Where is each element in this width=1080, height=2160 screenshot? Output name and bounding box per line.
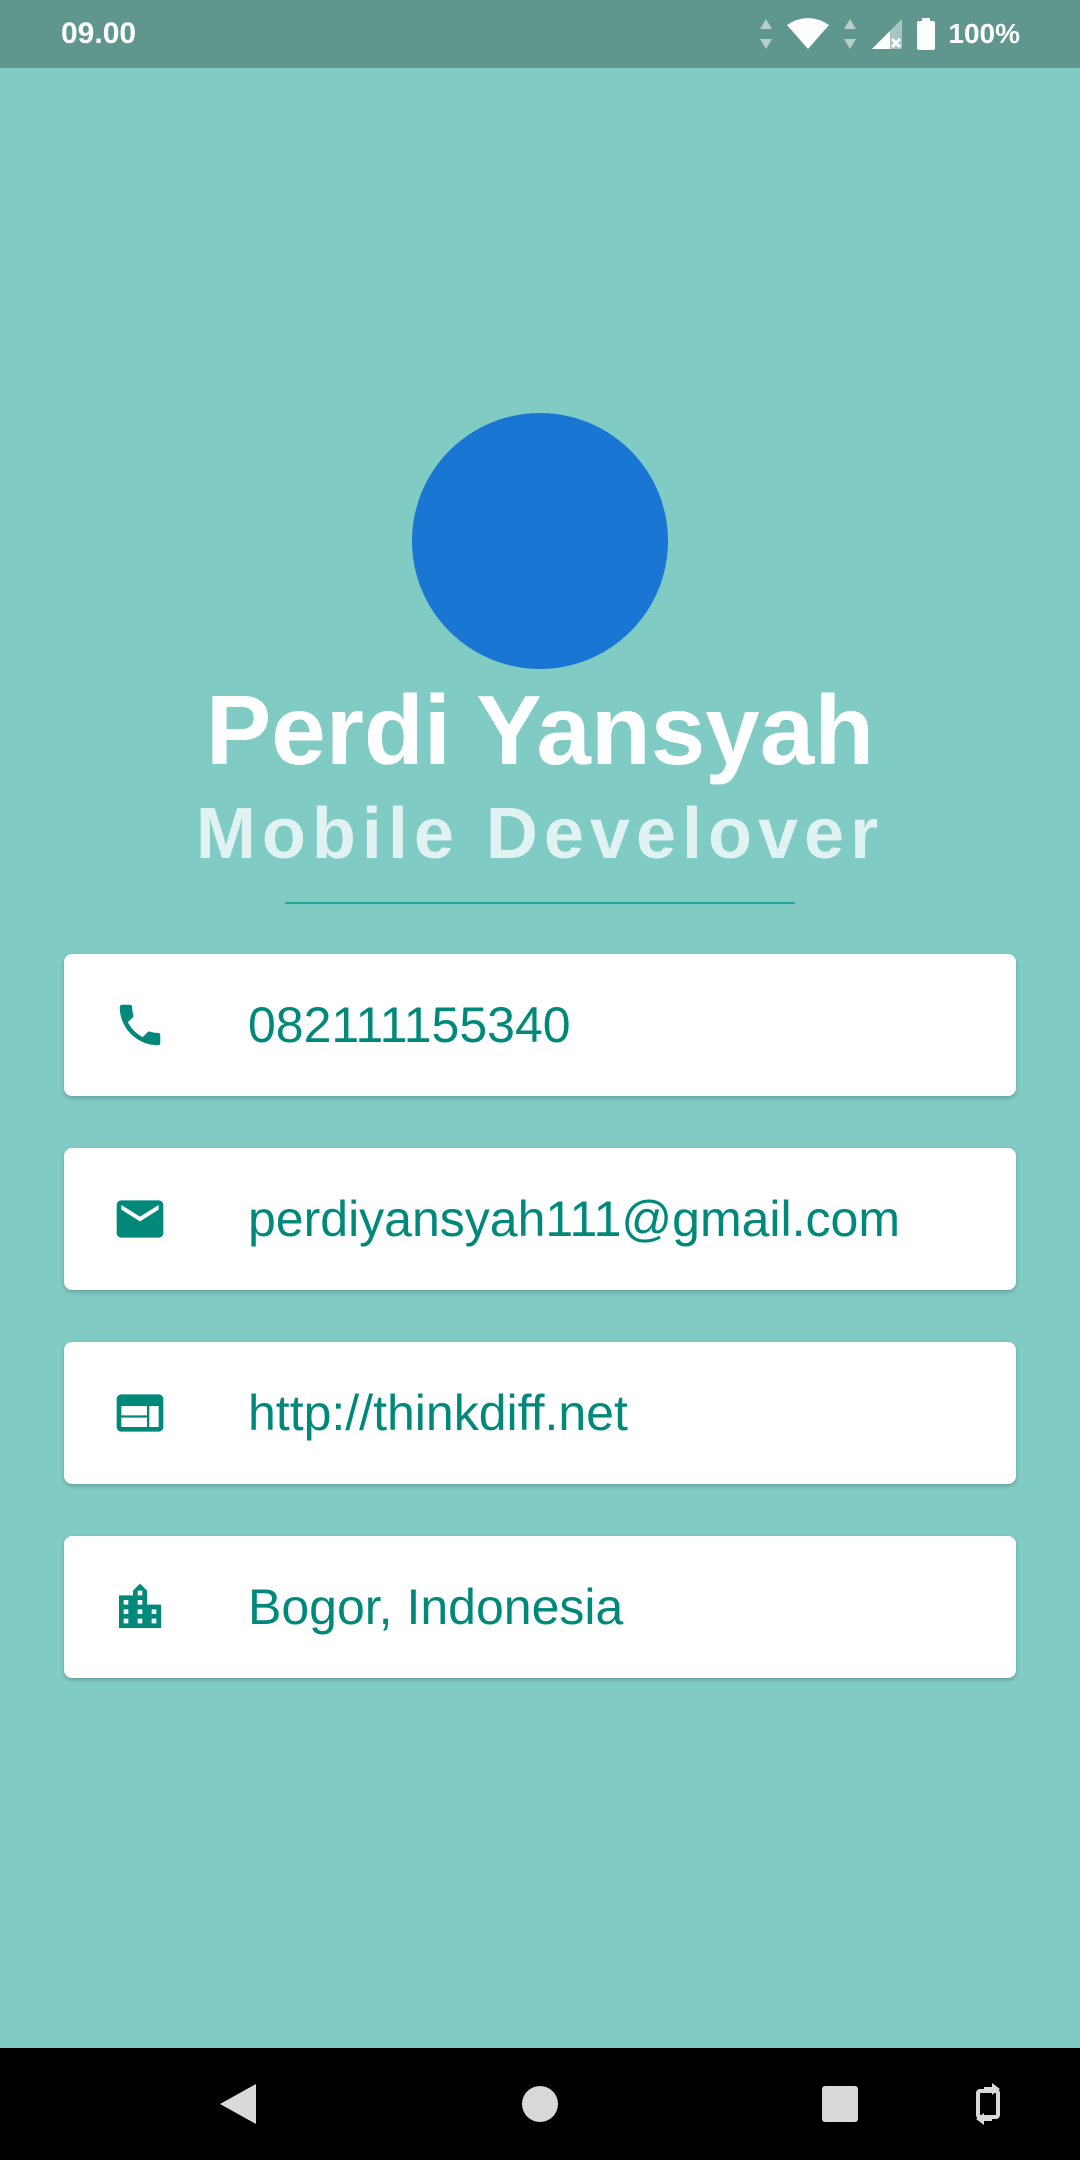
- avatar: [412, 413, 668, 669]
- city-icon: [110, 1536, 170, 1678]
- data-arrows-icon: [842, 17, 858, 51]
- status-bar: 09.00 100%: [0, 0, 1080, 68]
- profile-title: Mobile Develover: [195, 794, 885, 874]
- navigation-bar: [0, 2048, 1080, 2160]
- web-icon: [110, 1342, 170, 1484]
- home-button[interactable]: [484, 2048, 596, 2160]
- battery-percent: 100%: [948, 18, 1020, 49]
- email-text: perdiyansyah111@gmail.com: [248, 1191, 901, 1247]
- rotate-icon: [972, 2083, 1004, 2125]
- phone-card[interactable]: 082111155340: [64, 954, 1016, 1096]
- website-text: http://thinkdiff.net: [248, 1385, 628, 1441]
- phone-icon: [110, 954, 170, 1096]
- location-text: Bogor, Indonesia: [248, 1579, 624, 1635]
- data-arrows-icon: [758, 17, 774, 51]
- recents-icon: [821, 2085, 859, 2123]
- status-time: 09.00: [61, 17, 137, 50]
- back-button[interactable]: [182, 2048, 294, 2160]
- website-card[interactable]: http://thinkdiff.net: [64, 1342, 1016, 1484]
- back-icon: [218, 2082, 258, 2126]
- profile-name: Perdi Yansyah: [205, 675, 875, 785]
- mail-icon: [110, 1148, 170, 1290]
- rotate-button[interactable]: [932, 2048, 1044, 2160]
- signal-icon: [870, 17, 904, 51]
- status-icons: 100%: [758, 0, 1020, 68]
- recents-button[interactable]: [784, 2048, 896, 2160]
- location-card[interactable]: Bogor, Indonesia: [64, 1536, 1016, 1678]
- phone-text: 082111155340: [248, 997, 571, 1053]
- battery-icon: [916, 17, 936, 51]
- divider: [285, 902, 795, 904]
- wifi-icon: [786, 17, 830, 51]
- home-icon: [521, 2085, 559, 2123]
- email-card[interactable]: perdiyansyah111@gmail.com: [64, 1148, 1016, 1290]
